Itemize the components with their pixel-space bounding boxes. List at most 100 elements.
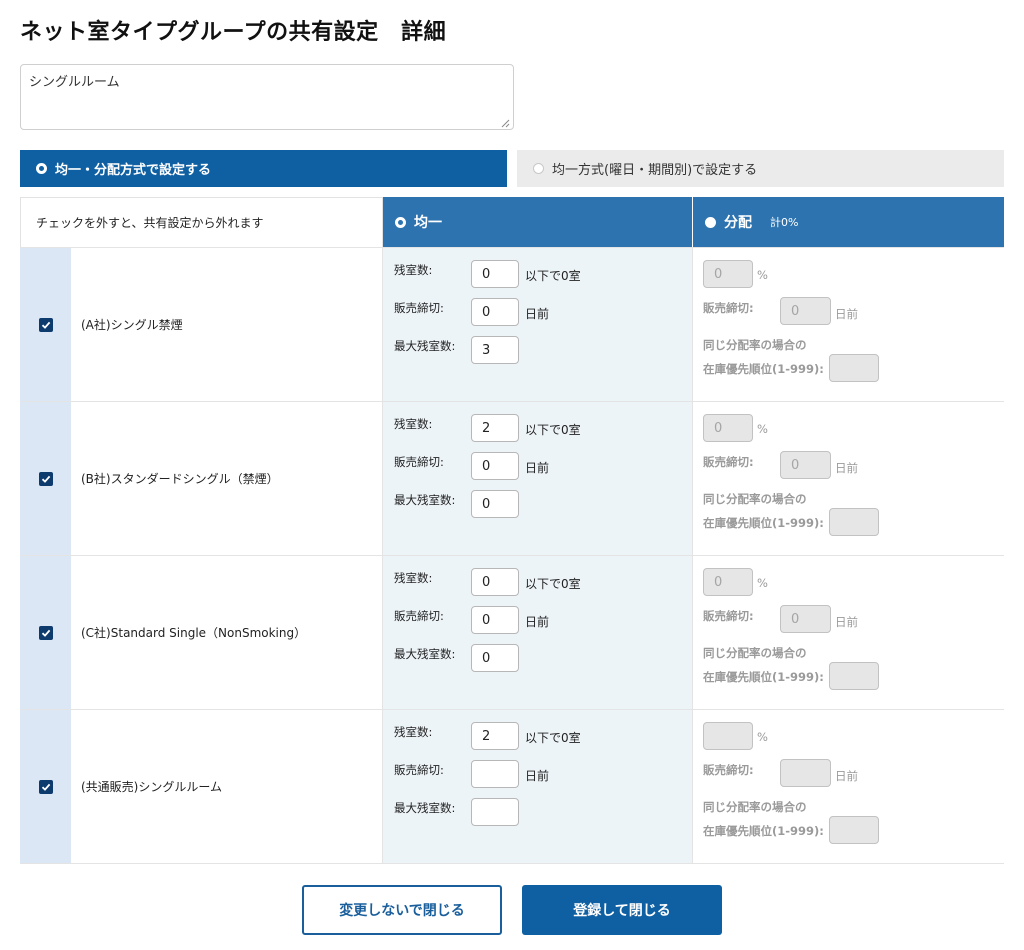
priority-label: 在庫優先順位(1-999): [703, 670, 824, 684]
mode-tab-even-distribution[interactable]: 均一・分配方式で設定する [20, 150, 507, 187]
room-type-name: (B社)スタンダードシングル（禁煙） [71, 402, 383, 555]
days-before-suffix: 日前 [525, 769, 550, 783]
distribution-cutoff-label: 販売締切: [703, 763, 754, 777]
distribution-percent-input[interactable] [703, 568, 753, 596]
radio-selected-icon [36, 163, 47, 174]
table-row: (B社)スタンダードシングル（禁煙） 残室数: 以下で0室 販売締切: 日前 最… [20, 401, 1004, 555]
max-remaining-input[interactable] [471, 798, 519, 826]
distribution-settings-cell: % 販売締切: 日前 同じ分配率の場合の 在庫優先順位(1-999): [693, 556, 1004, 709]
percent-suffix: % [757, 730, 768, 744]
table-header: チェックを外すと、共有設定から外れます 均一 分配 計0% [20, 197, 1004, 247]
even-method-header[interactable]: 均一 [383, 197, 693, 247]
priority-label: 在庫優先順位(1-999): [703, 516, 824, 530]
distribution-method-header[interactable]: 分配 計0% [693, 197, 1004, 247]
radio-selected-icon [395, 216, 406, 228]
priority-input[interactable] [829, 508, 879, 536]
same-rate-label: 同じ分配率の場合の [703, 800, 807, 814]
even-settings-cell: 残室数: 以下で0室 販売締切: 日前 最大残室数: [383, 402, 693, 555]
cutoff-label: 販売締切: [394, 609, 444, 623]
table-row: (C社)Standard Single（NonSmoking） 残室数: 以下で… [20, 555, 1004, 709]
days-before-suffix: 日前 [525, 307, 550, 321]
distribution-percent-input[interactable] [703, 414, 753, 442]
priority-label: 在庫優先順位(1-999): [703, 362, 824, 376]
days-before-suffix: 日前 [525, 461, 550, 475]
same-rate-label: 同じ分配率の場合の [703, 646, 807, 660]
priority-label: 在庫優先順位(1-999): [703, 824, 824, 838]
percent-suffix: % [757, 422, 768, 436]
table-bottom-divider [20, 863, 1004, 864]
distribution-days-before-suffix: 日前 [835, 615, 858, 629]
same-rate-label: 同じ分配率の場合の [703, 338, 807, 352]
checkmark-icon [41, 783, 50, 791]
share-settings-table: チェックを外すと、共有設定から外れます 均一 分配 計0% (A社)シングル禁煙… [20, 197, 1004, 863]
priority-input[interactable] [829, 662, 879, 690]
remaining-input[interactable] [471, 414, 519, 442]
distribution-days-before-suffix: 日前 [835, 461, 858, 475]
cutoff-input[interactable] [471, 760, 519, 788]
remaining-suffix: 以下で0室 [525, 269, 581, 283]
percent-suffix: % [757, 268, 768, 282]
table-row: (A社)シングル禁煙 残室数: 以下で0室 販売締切: 日前 最大残室数: % … [20, 247, 1004, 401]
page-title: ネット室タイプグループの共有設定 詳細 [20, 20, 447, 45]
remaining-input[interactable] [471, 260, 519, 288]
register-and-close-button[interactable]: 登録して閉じる [522, 885, 722, 935]
row-checkbox[interactable] [38, 779, 53, 794]
distribution-cutoff-input[interactable] [780, 451, 831, 479]
distribution-settings-cell: % 販売締切: 日前 同じ分配率の場合の 在庫優先順位(1-999): [693, 248, 1004, 401]
even-settings-cell: 残室数: 以下で0室 販売締切: 日前 最大残室数: [383, 248, 693, 401]
mode-tab-even-by-period[interactable]: 均一方式(曜日・期間別)で設定する [517, 150, 1004, 187]
distribution-percent-input[interactable] [703, 722, 753, 750]
max-remaining-input[interactable] [471, 336, 519, 364]
cutoff-label: 販売締切: [394, 301, 444, 315]
mode-tab-label: 均一・分配方式で設定する [55, 163, 212, 178]
priority-input[interactable] [829, 816, 879, 844]
checkmark-icon [41, 629, 50, 637]
checkmark-icon [41, 475, 50, 483]
remaining-label: 残室数: [394, 725, 433, 739]
cutoff-input[interactable] [471, 452, 519, 480]
cutoff-input[interactable] [471, 298, 519, 326]
cutoff-label: 販売締切: [394, 763, 444, 777]
even-settings-cell: 残室数: 以下で0室 販売締切: 日前 最大残室数: [383, 556, 693, 709]
remaining-suffix: 以下で0室 [525, 423, 581, 437]
max-remaining-label: 最大残室数: [394, 339, 456, 353]
remaining-input[interactable] [471, 568, 519, 596]
cutoff-input[interactable] [471, 606, 519, 634]
table-row: (共通販売)シングルルーム 残室数: 以下で0室 販売締切: 日前 最大残室数:… [20, 709, 1004, 863]
room-type-name: (C社)Standard Single（NonSmoking） [71, 556, 383, 709]
remaining-suffix: 以下で0室 [525, 577, 581, 591]
row-checkbox[interactable] [38, 317, 53, 332]
max-remaining-input[interactable] [471, 490, 519, 518]
distribution-method-label: 分配 [724, 215, 752, 231]
radio-unselected-icon [533, 163, 544, 174]
distribution-cutoff-label: 販売締切: [703, 301, 754, 315]
distribution-cutoff-input[interactable] [780, 759, 831, 787]
row-check-cell [20, 710, 71, 863]
row-check-cell [20, 402, 71, 555]
priority-input[interactable] [829, 354, 879, 382]
even-settings-cell: 残室数: 以下で0室 販売締切: 日前 最大残室数: [383, 710, 693, 863]
distribution-cutoff-input[interactable] [780, 605, 831, 633]
row-checkbox[interactable] [38, 471, 53, 486]
distribution-cutoff-input[interactable] [780, 297, 831, 325]
distribution-days-before-suffix: 日前 [835, 769, 858, 783]
remaining-label: 残室数: [394, 417, 433, 431]
distribution-cutoff-label: 販売締切: [703, 609, 754, 623]
max-remaining-label: 最大残室数: [394, 647, 456, 661]
close-without-change-button[interactable]: 変更しないで閉じる [302, 885, 502, 935]
days-before-suffix: 日前 [525, 615, 550, 629]
memo-textarea[interactable]: シングルルーム [20, 64, 514, 130]
percent-suffix: % [757, 576, 768, 590]
max-remaining-label: 最大残室数: [394, 801, 456, 815]
max-remaining-input[interactable] [471, 644, 519, 672]
distribution-percent-input[interactable] [703, 260, 753, 288]
checkmark-icon [41, 321, 50, 329]
remaining-label: 残室数: [394, 571, 433, 585]
row-check-cell [20, 248, 71, 401]
remaining-label: 残室数: [394, 263, 433, 277]
room-type-name: (共通販売)シングルルーム [71, 710, 383, 863]
same-rate-label: 同じ分配率の場合の [703, 492, 807, 506]
row-checkbox[interactable] [38, 625, 53, 640]
uncheck-note: チェックを外すと、共有設定から外れます [20, 197, 383, 247]
remaining-input[interactable] [471, 722, 519, 750]
